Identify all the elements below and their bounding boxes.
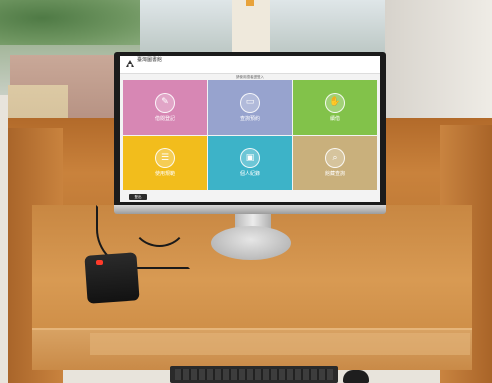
card-reader[interactable] <box>84 252 140 304</box>
tile-reserve[interactable]: ▭ 查詢預約 <box>208 80 292 135</box>
tile-records[interactable]: ▣ 個人紀錄 <box>208 135 292 190</box>
mouse[interactable] <box>343 370 369 383</box>
tile-rules[interactable]: ☰ 使用規範 <box>123 135 207 190</box>
menu-grid: ✎ 借閱登記 ▭ 查詢預約 ✋ 續借 ☰ 使用規範 ▣ 個人紀錄 ⌕ 館藏查詢 <box>123 80 377 190</box>
monitor-icon: ▭ <box>240 92 260 113</box>
tile-search[interactable]: ⌕ 館藏查詢 <box>293 135 377 190</box>
tile-label: 續借 <box>329 115 340 122</box>
hand-book-icon: ✋ <box>325 92 345 113</box>
tile-label: 查詢預約 <box>239 115 260 122</box>
screen-chat-icon: ▣ <box>240 148 260 169</box>
pen-edit-icon: ✎ <box>155 92 175 113</box>
kiosk-screen: 臺灣圖書館 請使用讀者證登入 ✎ 借閱登記 ▭ 查詢預約 ✋ 續借 ☰ 使用規範… <box>120 56 380 202</box>
orange-marker <box>246 0 254 6</box>
tile-label: 個人紀錄 <box>239 171 260 178</box>
tile-borrow[interactable]: ✎ 借閱登記 <box>123 80 207 135</box>
kiosk-header: 臺灣圖書館 <box>120 56 380 74</box>
tile-label: 借閱登記 <box>154 115 175 122</box>
tile-label: 使用規範 <box>154 171 175 178</box>
document-icon: ☰ <box>155 148 175 169</box>
site-name: 臺灣圖書館 <box>137 57 163 63</box>
library-logo-icon <box>126 60 134 67</box>
monitor-stand-base <box>211 226 291 260</box>
card-reader-led <box>96 260 103 265</box>
trees <box>0 0 140 45</box>
logout-button[interactable]: 登出 <box>129 194 147 200</box>
search-globe-icon: ⌕ <box>325 148 345 169</box>
monitor-chin <box>114 205 386 214</box>
kiosk-footer <box>120 192 380 202</box>
desk-shelf <box>90 333 470 355</box>
tile-label: 館藏查詢 <box>324 171 345 178</box>
window-pillar <box>232 0 270 52</box>
keyboard-keys[interactable] <box>175 369 333 380</box>
photo-scene: 臺灣圖書館 請使用讀者證登入 ✎ 借閱登記 ▭ 查詢預約 ✋ 續借 ☰ 使用規範… <box>0 0 492 383</box>
tile-renew[interactable]: ✋ 續借 <box>293 80 377 135</box>
